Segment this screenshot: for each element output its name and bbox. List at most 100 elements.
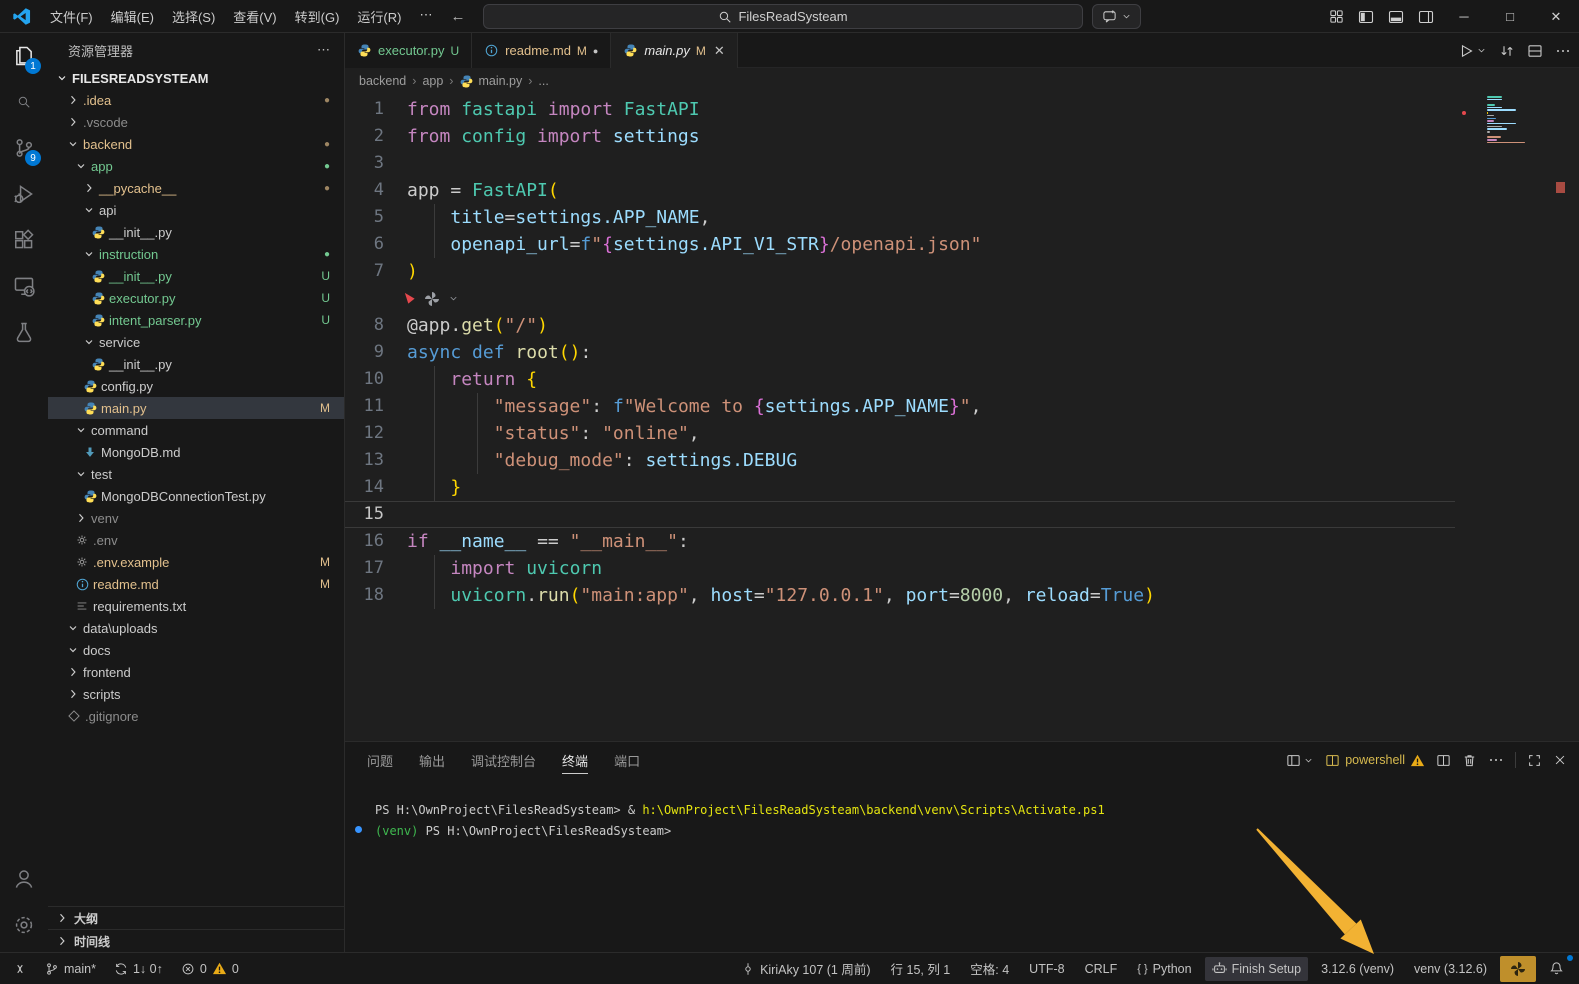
- code-line-17[interactable]: 17 import uvicorn: [345, 555, 1455, 582]
- timeline-section[interactable]: 时间线: [48, 929, 344, 952]
- line-number[interactable]: 1: [345, 96, 407, 123]
- status-language-mode[interactable]: { }Python: [1130, 957, 1198, 981]
- status-ai-tool[interactable]: [1500, 956, 1536, 982]
- code-line-13[interactable]: 13 "debug_mode": settings.DEBUG: [345, 447, 1455, 474]
- tree-folder-frontend[interactable]: frontend: [48, 661, 344, 683]
- tree-folder-service[interactable]: service: [48, 331, 344, 353]
- code-line-9[interactable]: 9async def root():: [345, 339, 1455, 366]
- activity-item-account[interactable]: [0, 856, 48, 902]
- status-indentation[interactable]: 空格: 4: [963, 957, 1016, 981]
- status-git-blame[interactable]: KiriAky 107 (1 周前): [734, 957, 877, 981]
- line-number[interactable]: 11: [345, 393, 407, 420]
- minimize-button[interactable]: ─: [1441, 0, 1487, 33]
- code-line-7[interactable]: 7): [345, 258, 1455, 285]
- activity-item-source-control[interactable]: 9: [0, 125, 48, 171]
- tree-file-__init__.py[interactable]: __init__.py: [48, 221, 344, 243]
- tree-folder-backend[interactable]: backend●: [48, 133, 344, 155]
- tree-file-.env[interactable]: .env: [48, 529, 344, 551]
- tree-file-intent_parser.py[interactable]: intent_parser.pyU: [48, 309, 344, 331]
- outline-section[interactable]: 大纲: [48, 906, 344, 929]
- tree-folder-instruction[interactable]: instruction●: [48, 243, 344, 265]
- tree-file-.gitignore[interactable]: .gitignore: [48, 705, 344, 727]
- line-number[interactable]: 12: [345, 420, 407, 447]
- status-cursor-position[interactable]: 行 15, 列 1: [884, 957, 958, 981]
- minimap[interactable]: [1487, 96, 1543, 144]
- status-problems[interactable]: 00: [174, 957, 246, 981]
- tab-close-icon[interactable]: ✕: [714, 43, 725, 59]
- code-line-6[interactable]: 6 openapi_url=f"{settings.API_V1_STR}/op…: [345, 231, 1455, 258]
- line-number[interactable]: 17: [345, 555, 407, 582]
- tree-file-requirements.txt[interactable]: requirements.txt: [48, 595, 344, 617]
- activity-item-settings[interactable]: [0, 902, 48, 948]
- tree-file-main.py[interactable]: main.pyM: [48, 397, 344, 419]
- code-line-10[interactable]: 10 return {: [345, 366, 1455, 393]
- code-line-5[interactable]: 5 title=settings.APP_NAME,: [345, 204, 1455, 231]
- menu-item-5[interactable]: 运行(R): [348, 3, 410, 30]
- line-number[interactable]: 7: [345, 258, 407, 285]
- sidebar-more-icon[interactable]: ⋯: [317, 42, 330, 58]
- terminal-list-item-powershell[interactable]: powershell: [1325, 753, 1425, 768]
- menu-item-0[interactable]: 文件(F): [41, 3, 102, 30]
- tree-file-readme.md[interactable]: readme.mdM: [48, 573, 344, 595]
- status-branch[interactable]: main*: [38, 957, 103, 981]
- toggle-panel-icon[interactable]: [1381, 0, 1411, 33]
- line-number[interactable]: 10: [345, 366, 407, 393]
- line-number[interactable]: 18: [345, 582, 407, 609]
- status-notifications[interactable]: [1542, 957, 1571, 981]
- split-terminal-button[interactable]: [1436, 753, 1451, 768]
- customize-layout-icon[interactable]: [1321, 0, 1351, 33]
- code-line-16[interactable]: 16if __name__ == "__main__":: [345, 528, 1455, 555]
- back-button[interactable]: ←: [441, 8, 474, 25]
- line-number[interactable]: 8: [345, 312, 407, 339]
- terminal-output[interactable]: PS H:\OwnProject\FilesReadSysteam> & h:\…: [375, 800, 1105, 842]
- close-panel-button[interactable]: [1553, 753, 1567, 767]
- code-line-14[interactable]: 14 }: [345, 474, 1455, 501]
- tree-folder-api[interactable]: api: [48, 199, 344, 221]
- line-number[interactable]: 5: [345, 204, 407, 231]
- breadcrumb-item-app[interactable]: app: [422, 74, 443, 88]
- run-python-file-button[interactable]: [1458, 43, 1487, 59]
- tab-readme.md[interactable]: readme.mdM●: [472, 33, 611, 68]
- maximize-button[interactable]: □: [1487, 0, 1533, 33]
- new-terminal-button[interactable]: [1286, 753, 1314, 768]
- menu-item-3[interactable]: 查看(V): [224, 3, 285, 30]
- panel-tab-输出[interactable]: 输出: [419, 751, 445, 770]
- menu-item-2[interactable]: 选择(S): [163, 3, 224, 30]
- tree-file-MongoDBConnectionTest.py[interactable]: MongoDBConnectionTest.py: [48, 485, 344, 507]
- activity-item-testing[interactable]: [0, 309, 48, 355]
- inline-chat-widget[interactable]: [345, 285, 1579, 312]
- menu-item-1[interactable]: 编辑(E): [102, 3, 163, 30]
- code-line-15[interactable]: 15: [345, 501, 1455, 528]
- copilot-chat-button[interactable]: [1092, 4, 1141, 29]
- panel-tab-终端[interactable]: 终端: [562, 751, 588, 774]
- tree-folder-.vscode[interactable]: .vscode: [48, 111, 344, 133]
- status-eol[interactable]: CRLF: [1078, 957, 1125, 981]
- status-remote-indicator[interactable]: [6, 957, 34, 981]
- tree-folder-.idea[interactable]: .idea●: [48, 89, 344, 111]
- activity-item-ai-extension[interactable]: [0, 355, 48, 401]
- more-actions-button[interactable]: [1555, 43, 1571, 59]
- code-line-3[interactable]: 3: [345, 150, 1455, 177]
- tree-folder-test[interactable]: test: [48, 463, 344, 485]
- search-input[interactable]: FilesReadSysteam: [483, 4, 1083, 29]
- panel-tab-调试控制台[interactable]: 调试控制台: [471, 751, 536, 770]
- tree-folder-__pycache__[interactable]: __pycache__●: [48, 177, 344, 199]
- status-venv-indicator[interactable]: venv (3.12.6): [1407, 957, 1494, 981]
- menu-item-6[interactable]: ⋯: [410, 3, 441, 30]
- tree-file-__init__.py[interactable]: __init__.py: [48, 353, 344, 375]
- code-line-12[interactable]: 12 "status": "online",: [345, 420, 1455, 447]
- activity-item-search[interactable]: [0, 79, 48, 125]
- tree-folder-command[interactable]: command: [48, 419, 344, 441]
- code-line-8[interactable]: 8@app.get("/"): [345, 312, 1455, 339]
- line-number[interactable]: 15: [345, 501, 407, 528]
- tab-main.py[interactable]: main.pyM✕: [611, 33, 737, 68]
- activity-item-remote-explorer[interactable]: [0, 263, 48, 309]
- activity-item-run-debug[interactable]: [0, 171, 48, 217]
- code-line-11[interactable]: 11 "message": f"Welcome to {settings.APP…: [345, 393, 1455, 420]
- status-encoding[interactable]: UTF-8: [1022, 957, 1071, 981]
- line-number[interactable]: 16: [345, 528, 407, 555]
- line-number[interactable]: 3: [345, 150, 407, 177]
- tree-file-MongoDB.md[interactable]: MongoDB.md: [48, 441, 344, 463]
- breadcrumb-item-...[interactable]: ...: [538, 74, 548, 88]
- toggle-sidebar-icon[interactable]: [1351, 0, 1381, 33]
